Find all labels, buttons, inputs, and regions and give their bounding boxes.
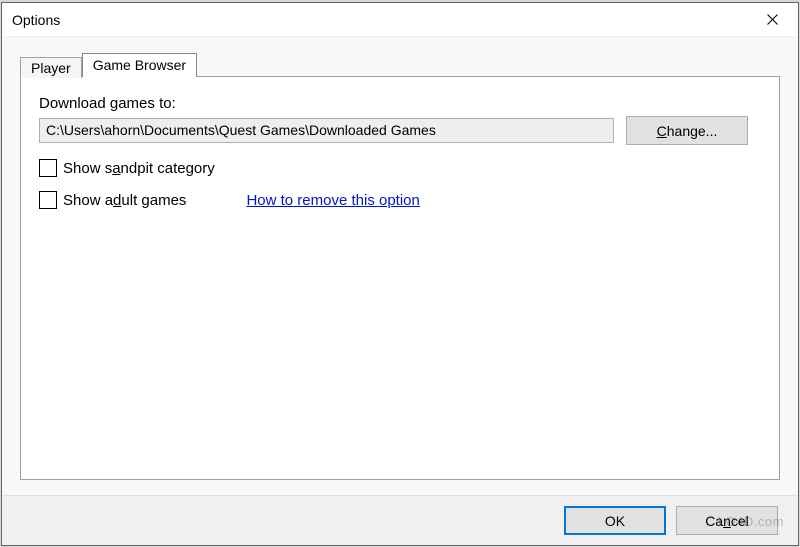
download-path-field: C:\Users\ahorn\Documents\Quest Games\Dow… [39,118,614,143]
download-path-row: C:\Users\ahorn\Documents\Quest Games\Dow… [39,116,763,145]
download-path-label: Download games to: [39,95,763,112]
remove-option-link[interactable]: How to remove this option [246,192,419,209]
button-bar: OK Cancel [2,495,798,545]
options-dialog: Options Player Game Browser Download gam… [1,2,799,546]
dialog-body: Player Game Browser Download games to: C… [2,37,798,495]
change-button-accel: C [657,123,667,139]
sandpit-label: Show sandpit category [63,160,215,177]
cancel-button[interactable]: Cancel [676,506,778,535]
dialog-title: Options [12,12,60,28]
adult-label: Show adult games [63,192,186,209]
close-button[interactable] [752,6,792,34]
tab-strip: Player Game Browser [20,51,784,76]
ok-button[interactable]: OK [564,506,666,535]
change-button-post: hange... [667,123,718,139]
sandpit-checkbox[interactable] [39,159,57,177]
tab-game-browser[interactable]: Game Browser [82,53,197,77]
close-icon [767,14,778,25]
adult-row: Show adult games How to remove this opti… [39,191,763,209]
tab-player[interactable]: Player [20,57,82,78]
adult-checkbox[interactable] [39,191,57,209]
sandpit-checkbox-row[interactable]: Show sandpit category [39,159,763,177]
title-bar: Options [2,3,798,37]
change-button[interactable]: Change... [626,116,748,145]
adult-checkbox-row[interactable]: Show adult games [39,191,186,209]
tab-panel-game-browser: Download games to: C:\Users\ahorn\Docume… [20,76,780,480]
